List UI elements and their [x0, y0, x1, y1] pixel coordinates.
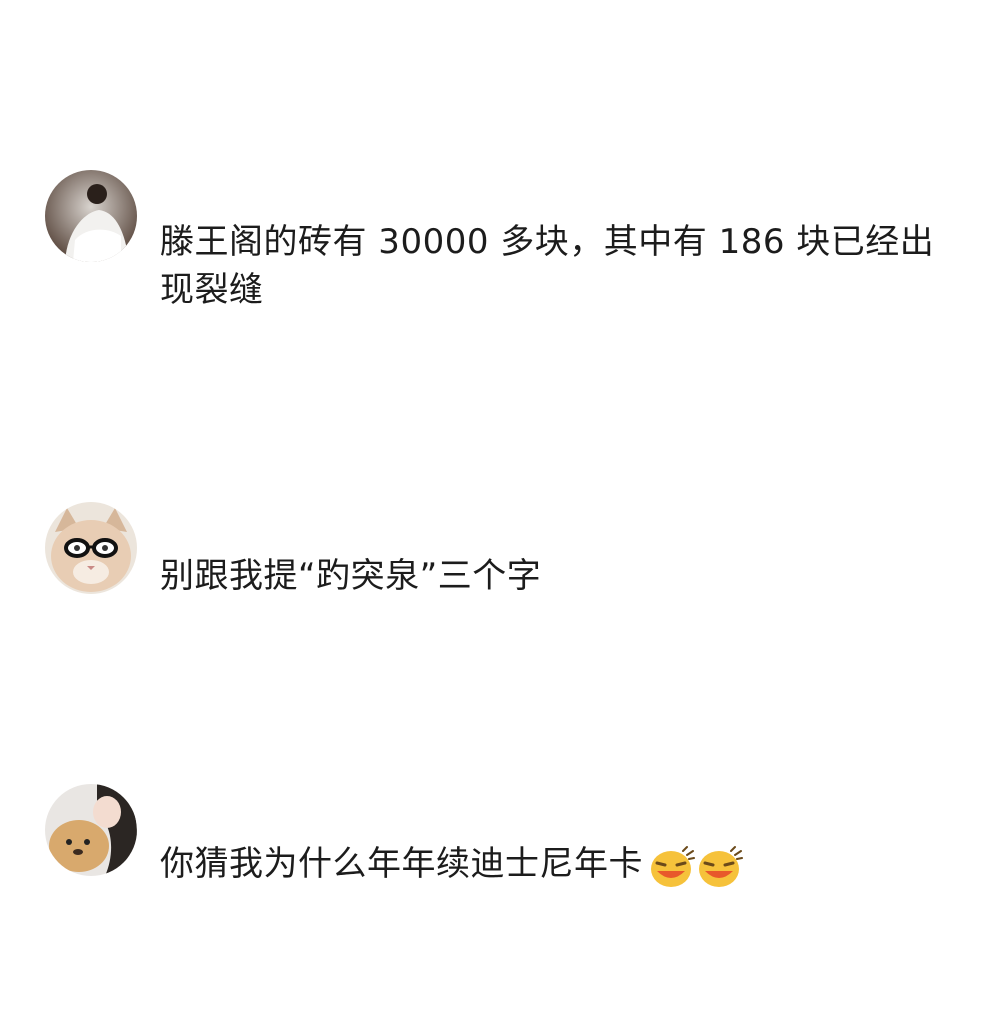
emoji-group: [647, 842, 743, 890]
comment-item: 别跟我提“趵突泉”三个字: [45, 502, 964, 602]
comment-text: 你猜我为什么年年续迪士尼年卡: [160, 844, 643, 884]
comment-text-row: 你猜我为什么年年续迪士尼年卡: [160, 840, 960, 890]
comment-text: 别跟我提“趵突泉”三个字: [160, 556, 542, 596]
comment-text: 滕王阁的砖有 30000 多块，其中有 186 块已经出现裂缝: [160, 222, 935, 310]
comment-item: 滕王阁的砖有 30000 多块，其中有 186 块已经出现裂缝: [45, 170, 964, 320]
laughing-emoji-icon: [647, 845, 695, 889]
user-avatar-icon[interactable]: [45, 784, 137, 876]
user-avatar-icon[interactable]: [45, 170, 137, 262]
cat-glasses-avatar-icon[interactable]: [45, 502, 137, 594]
laughing-emoji-icon: [695, 845, 743, 889]
comment-item: 你猜我为什么年年续迪士尼年卡: [45, 784, 964, 894]
